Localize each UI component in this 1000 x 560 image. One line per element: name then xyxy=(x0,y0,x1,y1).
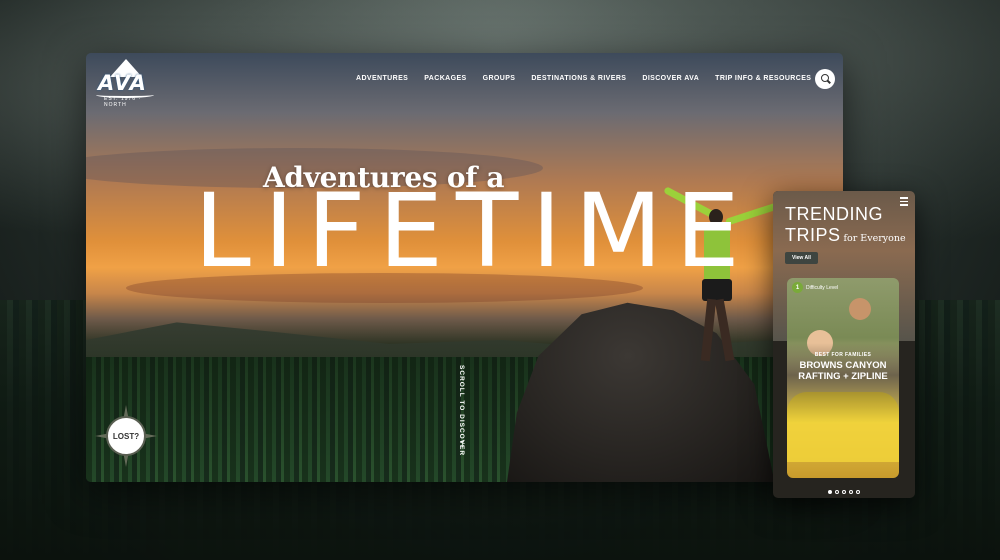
nav-item-trip-info[interactable]: TRIP INFO & RESOURCES xyxy=(715,75,811,82)
difficulty-badge: 1 Difficulty Level xyxy=(792,282,838,293)
nav-item-discover[interactable]: DISCOVER AVA xyxy=(642,75,699,82)
trip-category: BEST FOR FAMILIES xyxy=(814,352,872,358)
nav-item-destinations[interactable]: DESTINATIONS & RIVERS xyxy=(531,75,626,82)
trending-heading-line2: TRIPS for Everyone xyxy=(785,225,906,246)
compass-ring: LOST? xyxy=(106,416,146,456)
hiker-leg xyxy=(700,298,717,362)
search-icon-handle xyxy=(827,79,831,84)
pagination-dot[interactable] xyxy=(856,490,860,494)
carousel-pagination xyxy=(773,490,915,494)
pagination-dot[interactable] xyxy=(828,490,832,494)
trending-heading-line1: TRENDING xyxy=(785,204,883,224)
trending-heading-sub: for Everyone xyxy=(843,233,906,244)
main-nav: ADVENTURES PACKAGES GROUPS DESTINATIONS … xyxy=(356,75,811,82)
nav-item-adventures[interactable]: ADVENTURES xyxy=(356,75,408,82)
search-button[interactable] xyxy=(815,69,835,89)
lost-compass-button[interactable]: LOST? xyxy=(95,405,157,467)
view-all-button[interactable]: View All xyxy=(785,252,818,264)
hamburger-menu-icon[interactable] xyxy=(900,197,908,208)
difficulty-number: 1 xyxy=(792,282,803,293)
nav-item-packages[interactable]: PACKAGES xyxy=(424,75,466,82)
trip-card[interactable]: 1 Difficulty Level BEST FOR FAMILIES BRO… xyxy=(787,278,899,478)
trip-title: BROWNS CANYON RAFTING + ZIPLINE xyxy=(798,360,888,382)
mobile-preview: TRENDING TRIPS for Everyone View All 1 Di… xyxy=(773,191,915,498)
difficulty-label: Difficulty Level xyxy=(806,284,839,291)
pagination-dot[interactable] xyxy=(849,490,853,494)
pagination-dot[interactable] xyxy=(835,490,839,494)
person-photo xyxy=(849,298,871,320)
hero-headline: LIFETIME xyxy=(194,172,753,291)
pagination-dot[interactable] xyxy=(842,490,846,494)
nav-item-groups[interactable]: GROUPS xyxy=(483,75,516,82)
arrow-down-icon[interactable]: ↧ xyxy=(459,440,466,449)
logo-tagline: EST. 1976 · NORTH xyxy=(104,96,142,108)
lost-label: LOST? xyxy=(112,431,140,441)
hiker-leg xyxy=(714,298,735,362)
ava-logo[interactable]: AVA EST. 1976 · NORTH xyxy=(96,59,156,108)
trending-heading-trips: TRIPS xyxy=(785,225,841,245)
desktop-site-window: AVA EST. 1976 · NORTH ADVENTURES PACKAGE… xyxy=(86,53,843,482)
